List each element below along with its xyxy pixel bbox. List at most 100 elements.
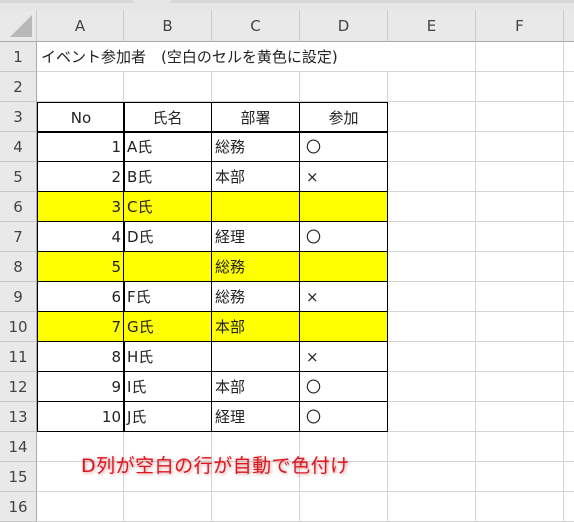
cell-F6[interactable] bbox=[476, 192, 564, 222]
cell-F10[interactable] bbox=[476, 312, 564, 342]
cell-C16[interactable] bbox=[212, 492, 300, 522]
row-header-10[interactable]: 10 bbox=[0, 312, 37, 342]
table-cell-no[interactable]: 10 bbox=[37, 401, 125, 432]
cell-A2[interactable] bbox=[37, 72, 124, 102]
cell-F9[interactable] bbox=[476, 282, 564, 312]
table-cell-dept[interactable]: 総務 bbox=[211, 131, 300, 162]
table-cell-no[interactable]: 3 bbox=[37, 191, 125, 222]
cell-E13[interactable] bbox=[388, 402, 476, 432]
cell-G2[interactable] bbox=[564, 72, 574, 102]
cell-G7[interactable] bbox=[564, 222, 574, 252]
table-cell-name[interactable]: J氏 bbox=[123, 401, 212, 432]
table-cell-dept[interactable] bbox=[211, 341, 300, 372]
table-cell-name[interactable]: F氏 bbox=[123, 281, 212, 312]
column-header-d[interactable]: D bbox=[300, 11, 388, 42]
header-dept[interactable]: 部署 bbox=[211, 102, 300, 133]
cell-G3[interactable] bbox=[564, 102, 574, 132]
table-cell-no[interactable]: 5 bbox=[37, 251, 125, 282]
cell-F16[interactable] bbox=[476, 492, 564, 522]
table-cell-dept[interactable]: 本部 bbox=[211, 371, 300, 402]
row-header-3[interactable]: 3 bbox=[0, 102, 37, 132]
cell-E10[interactable] bbox=[388, 312, 476, 342]
table-cell-dept[interactable]: 本部 bbox=[211, 161, 300, 192]
row-header-6[interactable]: 6 bbox=[0, 192, 37, 222]
cell-E5[interactable] bbox=[388, 162, 476, 192]
cell-E4[interactable] bbox=[388, 132, 476, 162]
cell-G12[interactable] bbox=[564, 372, 574, 402]
row-header-16[interactable]: 16 bbox=[0, 492, 37, 522]
table-cell-name[interactable]: A氏 bbox=[123, 131, 212, 162]
cell-E2[interactable] bbox=[388, 72, 476, 102]
cell-D2[interactable] bbox=[300, 72, 388, 102]
cell-C2[interactable] bbox=[212, 72, 300, 102]
header-attend[interactable]: 参加 bbox=[299, 102, 388, 133]
table-cell-attend[interactable] bbox=[299, 311, 388, 342]
cell-B16[interactable] bbox=[124, 492, 212, 522]
cell-B2[interactable] bbox=[124, 72, 212, 102]
cell-F12[interactable] bbox=[476, 372, 564, 402]
cell-F4[interactable] bbox=[476, 132, 564, 162]
cell-G5[interactable] bbox=[564, 162, 574, 192]
row-header-7[interactable]: 7 bbox=[0, 222, 37, 252]
header-no[interactable]: No bbox=[37, 102, 125, 133]
table-cell-attend[interactable]: 〇 bbox=[299, 131, 388, 162]
cell-F11[interactable] bbox=[476, 342, 564, 372]
table-cell-attend[interactable] bbox=[299, 191, 388, 222]
table-cell-dept[interactable]: 総務 bbox=[211, 251, 300, 282]
row-header-1[interactable]: 1 bbox=[0, 42, 37, 72]
table-cell-no[interactable]: 4 bbox=[37, 221, 125, 252]
cell-F8[interactable] bbox=[476, 252, 564, 282]
row-header-13[interactable]: 13 bbox=[0, 402, 37, 432]
column-header-b[interactable]: B bbox=[124, 11, 212, 42]
cell-E3[interactable] bbox=[388, 102, 476, 132]
row-header-11[interactable]: 11 bbox=[0, 342, 37, 372]
cell-G9[interactable] bbox=[564, 282, 574, 312]
table-cell-dept[interactable] bbox=[211, 191, 300, 222]
table-cell-name[interactable]: C氏 bbox=[123, 191, 212, 222]
cell-G14[interactable] bbox=[564, 432, 574, 462]
cell-E16[interactable] bbox=[388, 492, 476, 522]
cell-E9[interactable] bbox=[388, 282, 476, 312]
table-cell-no[interactable]: 9 bbox=[37, 371, 125, 402]
table-cell-attend[interactable]: 〇 bbox=[299, 221, 388, 252]
cell-F15[interactable] bbox=[476, 462, 564, 492]
cell-A16[interactable] bbox=[37, 492, 124, 522]
cell-G11[interactable] bbox=[564, 342, 574, 372]
table-cell-dept[interactable]: 経理 bbox=[211, 221, 300, 252]
cell-F3[interactable] bbox=[476, 102, 564, 132]
table-cell-dept[interactable]: 経理 bbox=[211, 401, 300, 432]
cell-F14[interactable] bbox=[476, 432, 564, 462]
table-cell-attend[interactable]: 〇 bbox=[299, 401, 388, 432]
column-header-f[interactable]: F bbox=[476, 11, 564, 42]
row-header-2[interactable]: 2 bbox=[0, 72, 37, 102]
table-cell-name[interactable]: G氏 bbox=[123, 311, 212, 342]
column-header-c[interactable]: C bbox=[212, 11, 300, 42]
cell-A1[interactable]: イベント参加者 (空白のセルを黄色に設定) bbox=[37, 42, 476, 72]
cell-G4[interactable] bbox=[564, 132, 574, 162]
cell-F1[interactable] bbox=[476, 42, 564, 72]
table-cell-dept[interactable]: 総務 bbox=[211, 281, 300, 312]
table-cell-no[interactable]: 7 bbox=[37, 311, 125, 342]
table-cell-attend[interactable]: × bbox=[299, 161, 388, 192]
table-cell-name[interactable]: H氏 bbox=[123, 341, 212, 372]
cell-G13[interactable] bbox=[564, 402, 574, 432]
table-cell-name[interactable]: B氏 bbox=[123, 161, 212, 192]
table-cell-no[interactable]: 1 bbox=[37, 131, 125, 162]
table-cell-name[interactable] bbox=[123, 251, 212, 282]
column-header-a[interactable]: A bbox=[37, 11, 124, 42]
table-cell-attend[interactable] bbox=[299, 251, 388, 282]
cell-G16[interactable] bbox=[564, 492, 574, 522]
cell-D16[interactable] bbox=[300, 492, 388, 522]
row-header-15[interactable]: 15 bbox=[0, 462, 37, 492]
cell-F2[interactable] bbox=[476, 72, 564, 102]
cell-E7[interactable] bbox=[388, 222, 476, 252]
row-header-12[interactable]: 12 bbox=[0, 372, 37, 402]
table-cell-name[interactable]: D氏 bbox=[123, 221, 212, 252]
table-cell-no[interactable]: 6 bbox=[37, 281, 125, 312]
table-cell-dept[interactable]: 本部 bbox=[211, 311, 300, 342]
row-header-5[interactable]: 5 bbox=[0, 162, 37, 192]
table-cell-attend[interactable]: 〇 bbox=[299, 371, 388, 402]
cell-G6[interactable] bbox=[564, 192, 574, 222]
header-name[interactable]: 氏名 bbox=[123, 102, 212, 133]
cell-E6[interactable] bbox=[388, 192, 476, 222]
